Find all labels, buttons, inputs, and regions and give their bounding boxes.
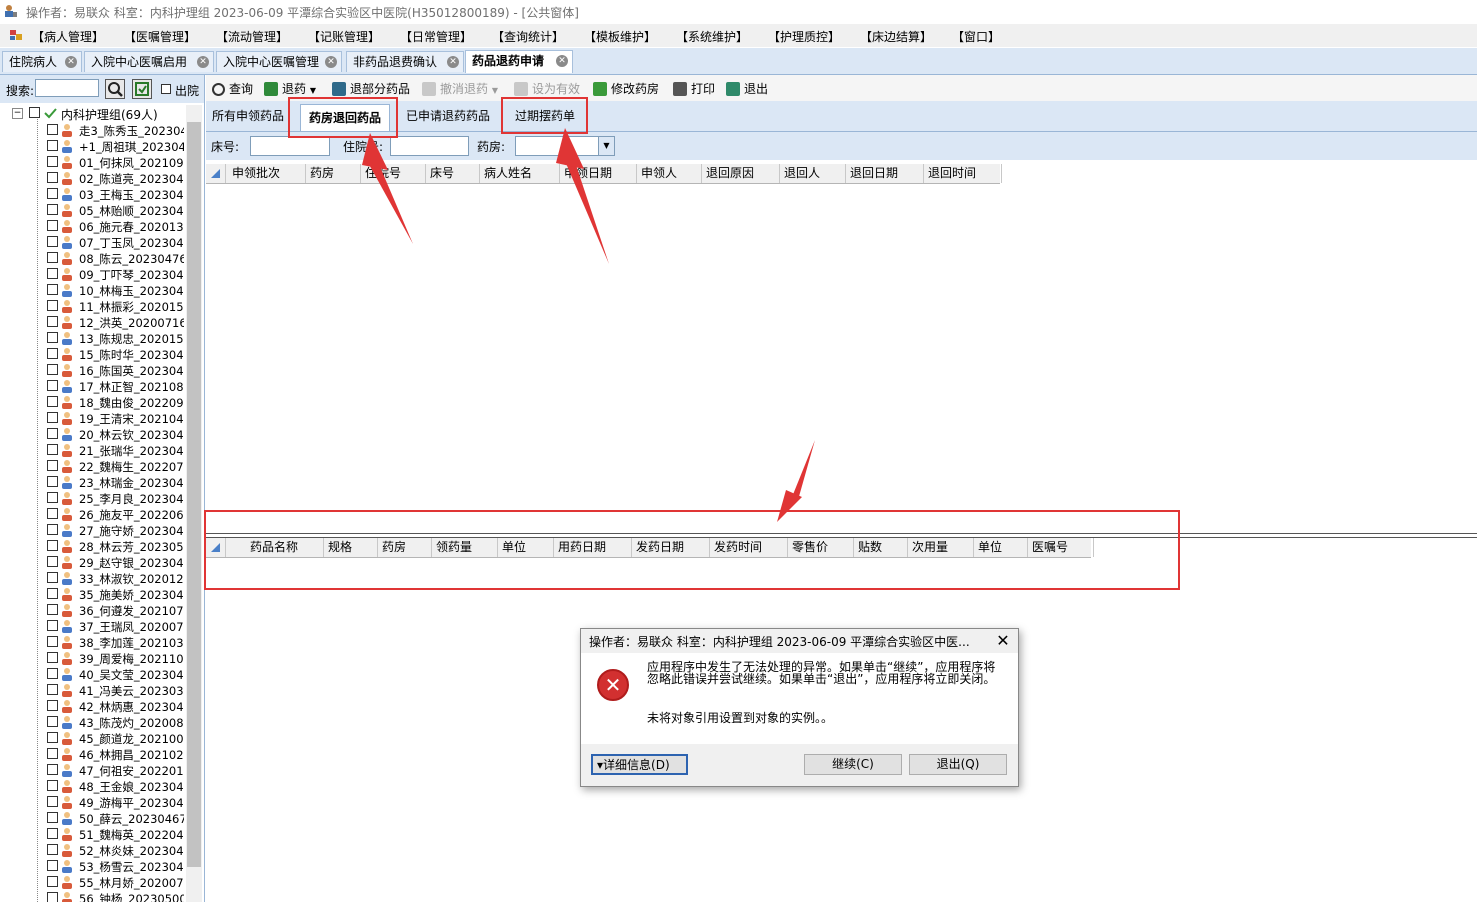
error-icon: ✕ xyxy=(597,669,629,701)
dialog-detail: 未将对象引用设置到对象的实例。。 xyxy=(647,711,834,725)
quit-button[interactable]: 退出(Q) xyxy=(909,754,1007,775)
dialog-message: 应用程序中发生了无法处理的异常。如果单击“继续”，应用程序将忽略此错误并尝试继续… xyxy=(647,660,996,686)
arrow-annotation-3 xyxy=(792,440,815,500)
dialog-title: 操作者：易联众 科室：内科护理组 2023-06-09 平潭综合实验区中医... xyxy=(589,635,970,649)
close-icon[interactable]: ✕ xyxy=(994,631,1012,650)
arrow-head-1 xyxy=(362,133,388,170)
details-button[interactable]: ▾详细信息(D) xyxy=(591,754,688,775)
arrow-annotation-1 xyxy=(366,155,413,244)
arrow-head-2 xyxy=(556,128,584,169)
arrow-annotation-2 xyxy=(562,150,609,264)
error-dialog: 操作者：易联众 科室：内科护理组 2023-06-09 平潭综合实验区中医...… xyxy=(580,628,1019,787)
continue-button[interactable]: 继续(C) xyxy=(804,754,902,775)
